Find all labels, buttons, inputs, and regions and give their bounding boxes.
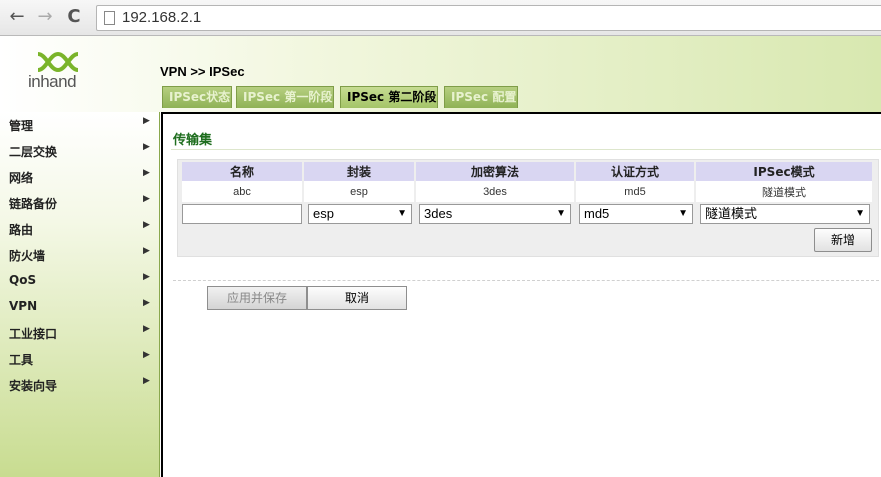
breadcrumb: VPN >> IPSec — [160, 64, 245, 79]
dashed-divider — [173, 280, 879, 281]
sidebar-item-label: VPN — [9, 299, 38, 313]
chevron-right-icon: ▶ — [143, 350, 150, 360]
sidebar-item-tools[interactable]: 工具 ▶ — [0, 346, 160, 372]
apply-save-button[interactable]: 应用并保存 — [207, 286, 307, 310]
name-input[interactable] — [182, 204, 302, 224]
chevron-right-icon: ▶ — [143, 324, 150, 334]
cell-encap: esp — [304, 181, 414, 202]
logo-icon — [37, 51, 79, 73]
address-url[interactable]: 192.168.2.1 — [122, 9, 201, 26]
sidebar-item-label: 网络 — [9, 171, 34, 185]
dropdown-arrow-icon: ▼ — [397, 208, 407, 219]
sidebar-item-label: 安装向导 — [9, 379, 58, 393]
cancel-button[interactable]: 取消 — [307, 286, 407, 310]
encap-select[interactable]: esp ▼ — [308, 204, 412, 224]
sidebar-item-network[interactable]: 网络 ▶ — [0, 164, 160, 190]
col-header-auth: 认证方式 — [576, 162, 694, 181]
sidebar-item-routing[interactable]: 路由 ▶ — [0, 216, 160, 242]
sidebar-item-label: 管理 — [9, 119, 34, 133]
browser-toolbar: ← → C 192.168.2.1 — [0, 0, 881, 36]
col-header-encrypt: 加密算法 — [416, 162, 574, 181]
col-header-name: 名称 — [182, 162, 302, 181]
tab-ipsec-config[interactable]: IPSec 配置 — [444, 86, 518, 108]
sidebar-item-setup-wizard[interactable]: 安装向导 ▶ — [0, 372, 160, 398]
sidebar-item-firewall[interactable]: 防火墙 ▶ — [0, 242, 160, 268]
sidebar-item-label: 链路备份 — [9, 197, 58, 211]
auth-select-value: md5 — [584, 206, 610, 221]
cell-mode: 隧道模式 — [696, 181, 872, 202]
dropdown-arrow-icon: ▼ — [556, 208, 566, 219]
page-icon — [104, 11, 115, 25]
chevron-right-icon: ▶ — [143, 116, 150, 126]
table-header-row: 名称 封装 加密算法 认证方式 IPSec模式 — [182, 162, 872, 181]
cell-encrypt: 3des — [416, 181, 574, 202]
chevron-right-icon: ▶ — [143, 194, 150, 204]
chevron-right-icon: ▶ — [143, 272, 150, 282]
chevron-right-icon: ▶ — [143, 298, 150, 308]
sidebar: 管理 ▶ 二层交换 ▶ 网络 ▶ 链路备份 ▶ 路由 ▶ 防火墙 ▶ QoS ▶ VPN ▶ 工… — [0, 112, 160, 477]
chevron-right-icon: ▶ — [143, 246, 150, 256]
sidebar-item-vpn[interactable]: VPN ▶ — [0, 294, 160, 320]
sidebar-item-qos[interactable]: QoS ▶ — [0, 268, 160, 294]
address-bar[interactable]: 192.168.2.1 — [96, 5, 881, 31]
col-header-encap: 封装 — [304, 162, 414, 181]
encrypt-select-value: 3des — [424, 206, 453, 221]
tab-ipsec-phase2[interactable]: IPSec 第二阶段 — [340, 86, 438, 108]
sidebar-item-link-backup[interactable]: 链路备份 ▶ — [0, 190, 160, 216]
sidebar-item-label: 防火墙 — [9, 249, 46, 263]
chevron-right-icon: ▶ — [143, 376, 150, 386]
chevron-right-icon: ▶ — [143, 142, 150, 152]
sidebar-item-industrial-interface[interactable]: 工业接口 ▶ — [0, 320, 160, 346]
section-title: 传输集 — [173, 133, 213, 148]
sidebar-item-label: 工具 — [9, 353, 34, 367]
reload-icon[interactable]: C — [63, 6, 85, 28]
logo-text: inhand — [28, 72, 77, 91]
sidebar-item-switching[interactable]: 二层交换 ▶ — [0, 138, 160, 164]
chevron-right-icon: ▶ — [143, 168, 150, 178]
sidebar-item-label: QoS — [9, 273, 37, 287]
forward-icon[interactable]: → — [34, 6, 56, 28]
dropdown-arrow-icon: ▼ — [855, 208, 865, 219]
inhand-logo: inhand — [28, 50, 88, 96]
dropdown-arrow-icon: ▼ — [678, 208, 688, 219]
section-divider — [171, 149, 881, 150]
tab-ipsec-status[interactable]: IPSec状态 — [162, 86, 232, 108]
transform-set-table: 名称 封装 加密算法 认证方式 IPSec模式 abc esp 3des md5… — [180, 162, 874, 202]
col-header-mode: IPSec模式 — [696, 162, 872, 181]
sidebar-item-management[interactable]: 管理 ▶ — [0, 112, 160, 138]
add-button[interactable]: 新增 — [814, 228, 872, 252]
transform-set-panel: 名称 封装 加密算法 认证方式 IPSec模式 abc esp 3des md5… — [177, 159, 879, 257]
sidebar-item-label: 二层交换 — [9, 145, 58, 159]
tab-ipsec-phase1[interactable]: IPSec 第一阶段 — [236, 86, 334, 108]
table-row[interactable]: abc esp 3des md5 隧道模式 — [182, 181, 872, 202]
cell-name: abc — [182, 181, 302, 202]
mode-select[interactable]: 隧道模式 ▼ — [700, 204, 870, 224]
back-icon[interactable]: ← — [6, 6, 28, 28]
auth-select[interactable]: md5 ▼ — [579, 204, 693, 224]
chevron-right-icon: ▶ — [143, 220, 150, 230]
app-header: inhand VPN >> IPSec IPSec状态 IPSec 第一阶段 I… — [0, 36, 881, 112]
sidebar-item-label: 路由 — [9, 223, 34, 237]
sidebar-item-label: 工业接口 — [9, 327, 58, 341]
main-content: 传输集 名称 封装 加密算法 认证方式 IPSec模式 abc esp 3des… — [161, 112, 881, 477]
cell-auth: md5 — [576, 181, 694, 202]
encrypt-select[interactable]: 3des ▼ — [419, 204, 571, 224]
mode-select-value: 隧道模式 — [705, 206, 758, 221]
encap-select-value: esp — [313, 206, 334, 221]
